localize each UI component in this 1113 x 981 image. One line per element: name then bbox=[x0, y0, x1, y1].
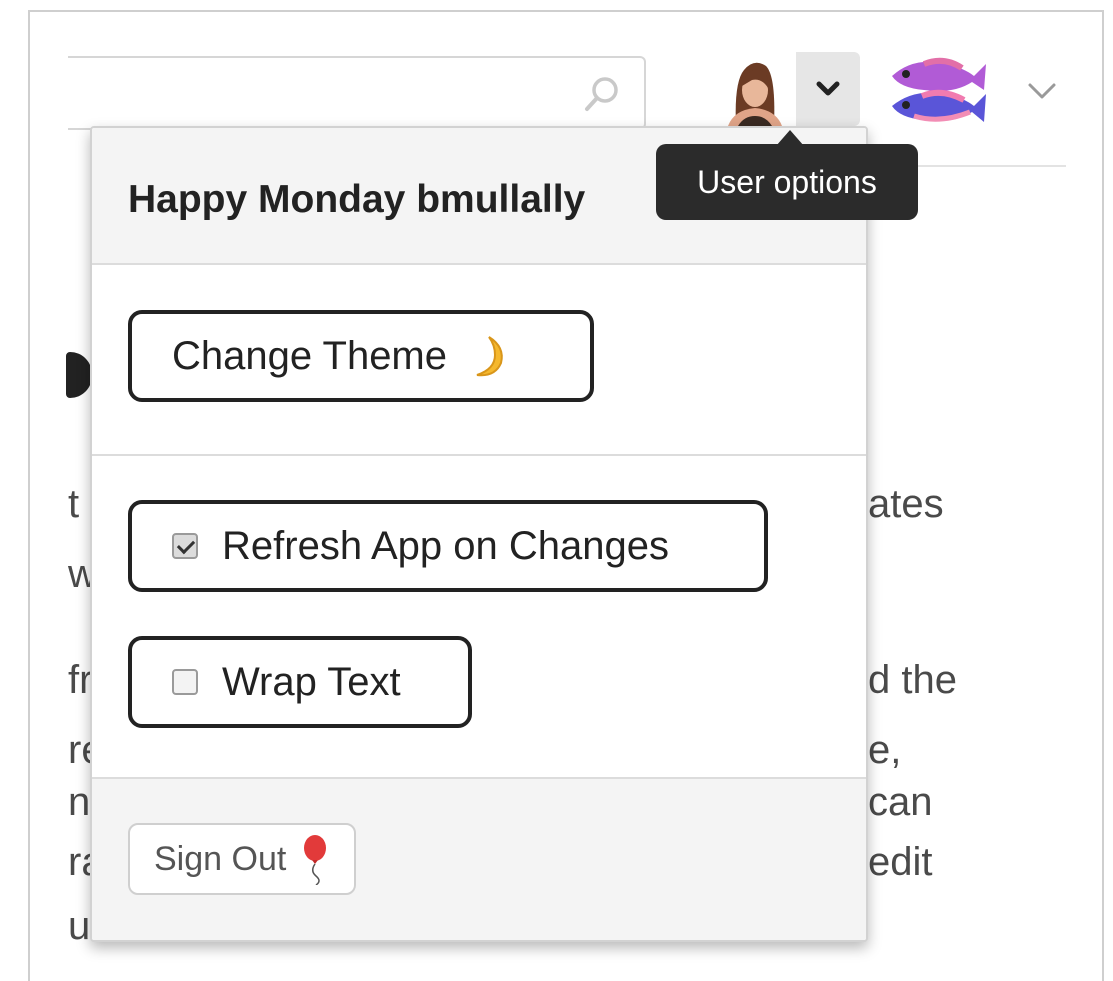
sign-out-button[interactable]: Sign Out bbox=[128, 823, 357, 895]
balloon-icon bbox=[304, 835, 327, 885]
change-theme-label: Change Theme bbox=[172, 333, 447, 378]
change-theme-button[interactable]: Change Theme bbox=[128, 310, 594, 402]
article-text-fragment: t bbox=[68, 482, 80, 526]
chevron-down-icon bbox=[816, 81, 840, 96]
user-options-tooltip: User options bbox=[656, 144, 918, 220]
article-text-fragment: e, bbox=[868, 728, 902, 772]
fish-logo-icon[interactable] bbox=[884, 50, 988, 130]
greeting-text: Happy Monday bmullally bbox=[128, 178, 586, 221]
sign-out-label: Sign Out bbox=[154, 839, 287, 878]
wrap-text-toggle[interactable]: Wrap Text bbox=[128, 636, 472, 728]
search-icon[interactable] bbox=[582, 74, 622, 114]
moon-icon bbox=[476, 336, 503, 377]
article-text-fragment: d the bbox=[868, 658, 957, 702]
article-text-fragment: ates bbox=[868, 482, 944, 526]
dropdown-footer: Sign Out bbox=[92, 777, 866, 940]
section-divider bbox=[92, 454, 866, 456]
avatar[interactable] bbox=[714, 52, 794, 126]
article-text-fragment: can bbox=[868, 780, 933, 824]
article-text-fragment: fr bbox=[68, 658, 93, 702]
refresh-checkbox[interactable] bbox=[172, 533, 198, 559]
article-text-fragment: n bbox=[68, 780, 91, 824]
app-switcher-chevron-icon[interactable] bbox=[1024, 76, 1060, 106]
search-input[interactable] bbox=[68, 56, 646, 130]
wrap-text-checkbox[interactable] bbox=[172, 669, 198, 695]
refresh-label: Refresh App on Changes bbox=[222, 523, 669, 568]
article-text-fragment: edit bbox=[868, 840, 933, 884]
user-menu-button[interactable] bbox=[796, 52, 860, 126]
refresh-app-toggle[interactable]: Refresh App on Changes bbox=[128, 500, 768, 592]
wrap-text-label: Wrap Text bbox=[222, 659, 401, 704]
user-options-dropdown: Happy Monday bmullally Change Theme Refr… bbox=[90, 126, 868, 942]
